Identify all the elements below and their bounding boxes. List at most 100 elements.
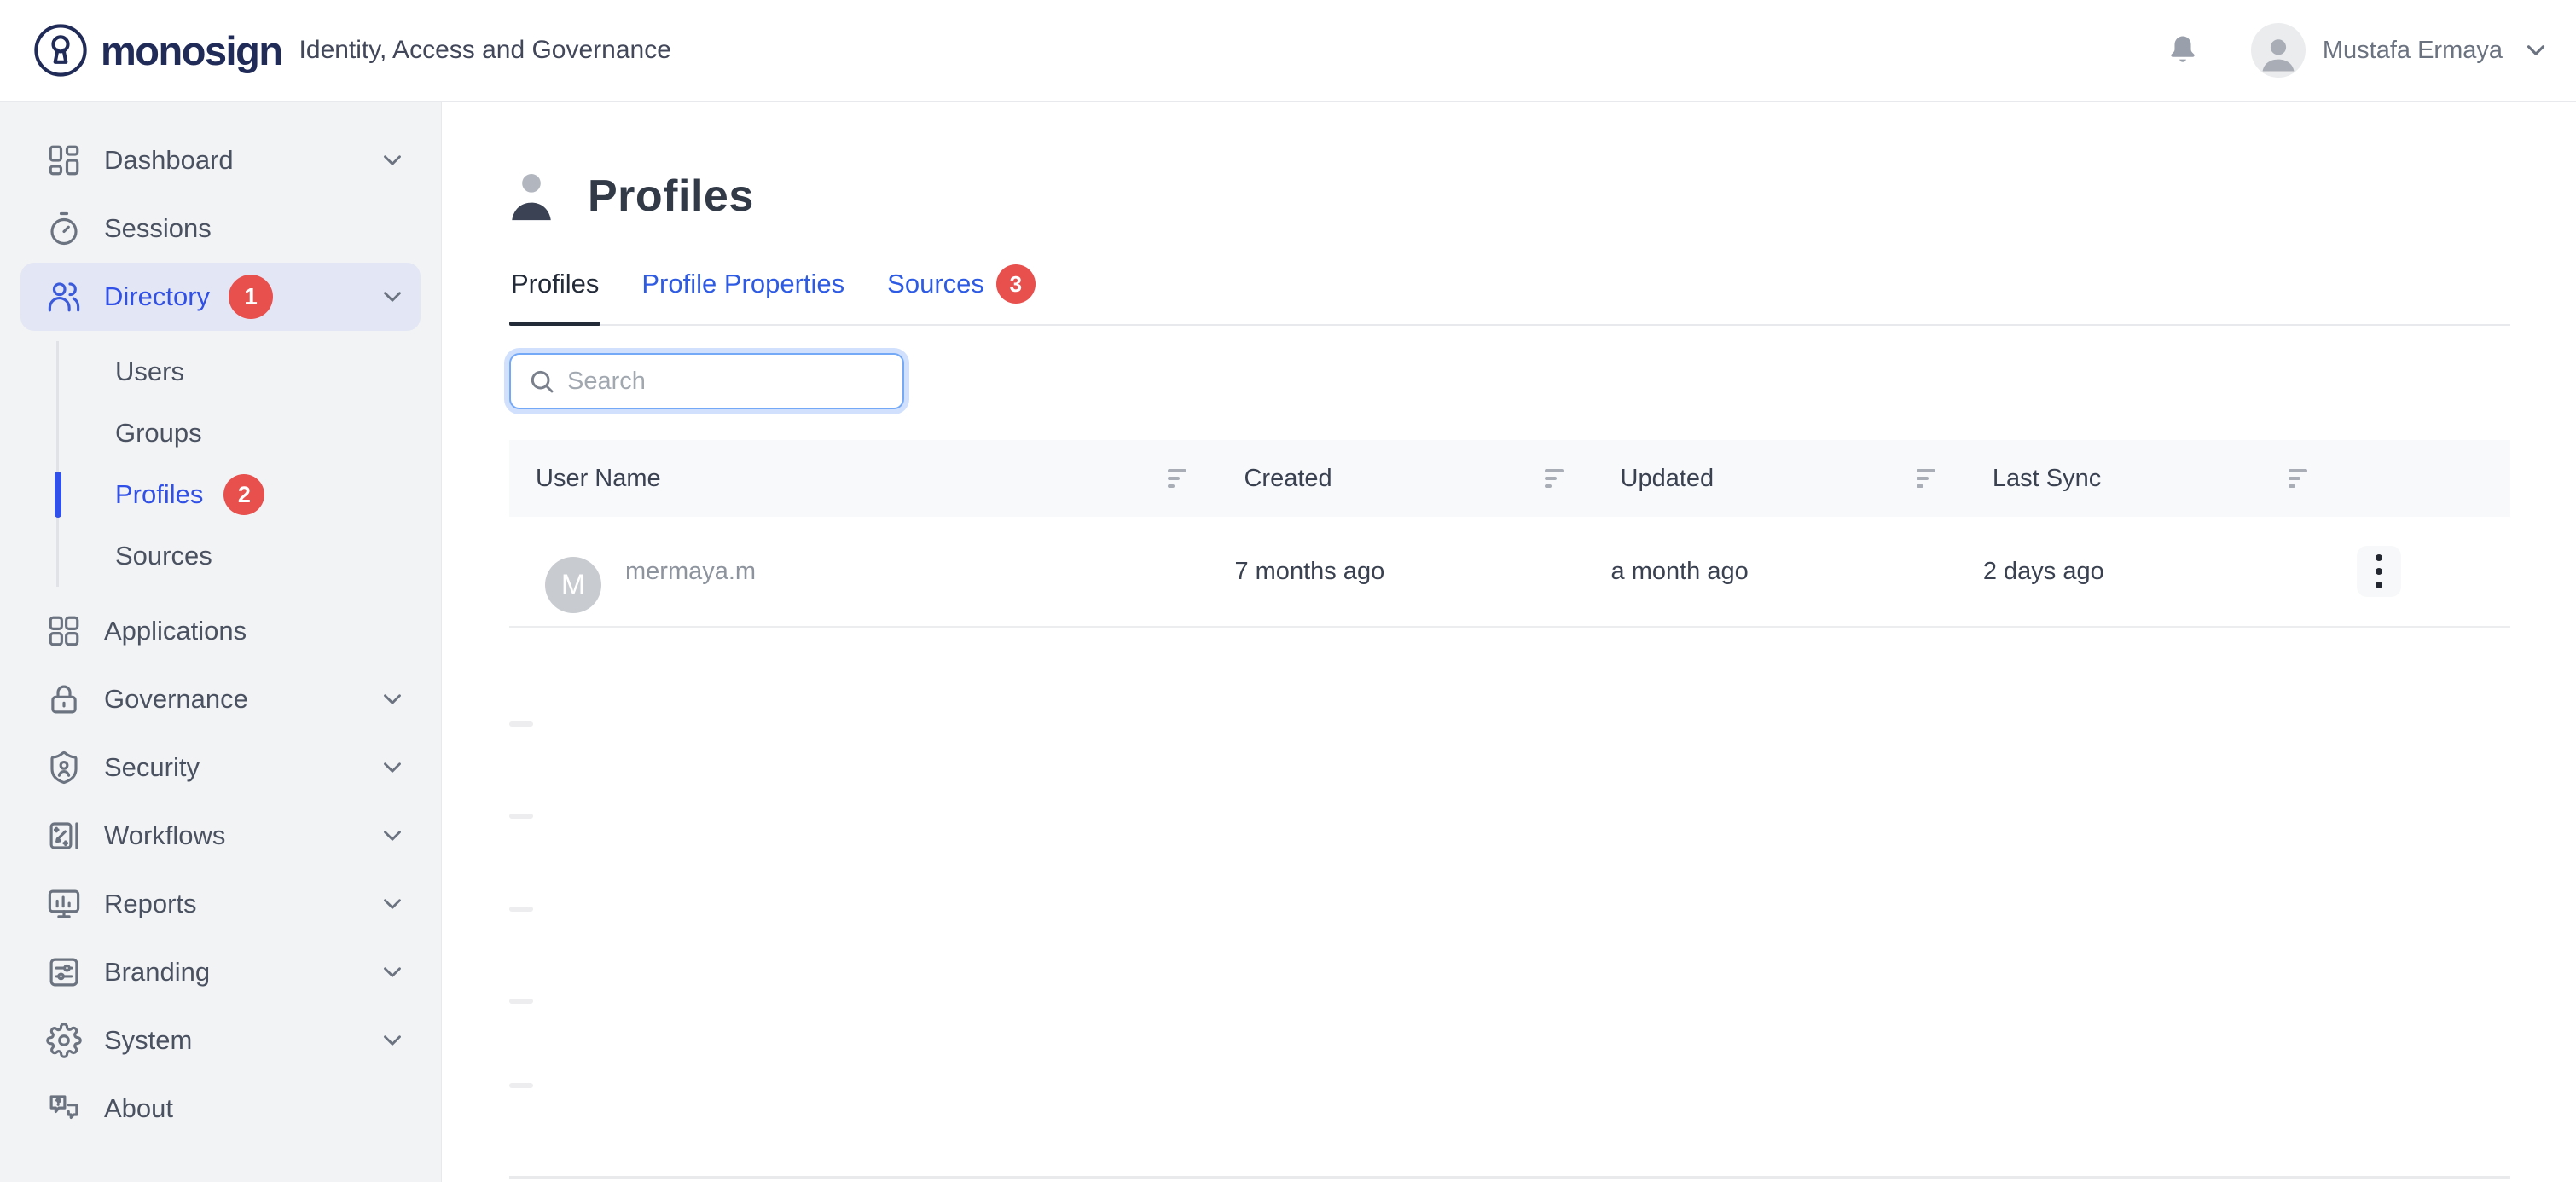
row-user-name: mermaya.m (625, 557, 756, 586)
brand-logo[interactable]: monosign (32, 22, 282, 78)
chevron-down-icon (378, 685, 407, 714)
grid-icon (46, 613, 82, 649)
person-silhouette-icon (2256, 32, 2300, 77)
user-menu-chevron-down-icon[interactable] (2521, 36, 2550, 65)
table-header-row: User Name Created Updated Last Sync (509, 440, 2510, 517)
help-bubbles-icon (46, 1091, 82, 1127)
tab-profile-properties[interactable]: Profile Properties (640, 264, 846, 324)
sidebar-item-users[interactable]: Users (59, 341, 441, 403)
chevron-down-icon (378, 958, 407, 987)
tab-profiles[interactable]: Profiles (509, 264, 600, 324)
sidebar-item-sources[interactable]: Sources (59, 525, 441, 587)
chevron-down-icon (378, 146, 407, 175)
search-box (509, 353, 904, 409)
sidebar-subitem-label: Groups (115, 418, 202, 449)
sort-icon[interactable] (1168, 469, 1186, 488)
column-label: Updated (1621, 465, 1714, 493)
kebab-dot (2376, 554, 2382, 561)
stopwatch-icon (46, 211, 82, 246)
sidebar-item-security[interactable]: Security (20, 733, 421, 802)
users-icon (46, 279, 82, 315)
table-row[interactable]: M mermaya.m 7 months ago a month ago 2 d… (509, 517, 2510, 628)
tab-label: Profiles (511, 269, 599, 299)
kebab-dot (2376, 582, 2382, 588)
topbar-right: Mustafa Ermaya (2164, 23, 2550, 78)
sidebar-subitem-label: Users (115, 356, 184, 387)
column-header-updated[interactable]: Updated (1594, 465, 1966, 493)
sidebar-item-profiles[interactable]: Profiles 2 (59, 464, 441, 525)
sidebar: Dashboard Sessions Directory 1 Users (0, 102, 442, 1182)
sidebar-item-label: About (104, 1093, 173, 1124)
user-name[interactable]: Mustafa Ermaya (2323, 37, 2503, 65)
chevron-down-icon (378, 1026, 407, 1055)
sidebar-item-system[interactable]: System (20, 1006, 421, 1075)
sidebar-item-label: Branding (104, 957, 210, 988)
directory-submenu: Users Groups Profiles 2 Sources (56, 341, 441, 587)
tab-label: Sources (887, 269, 984, 299)
last-sync-cell: 2 days ago (1966, 558, 2338, 586)
sidebar-item-label: Workflows (104, 820, 225, 851)
page-title: Profiles (588, 171, 754, 222)
placeholder-dash (509, 721, 533, 727)
sidebar-item-branding[interactable]: Branding (20, 938, 421, 1006)
column-header-created[interactable]: Created (1217, 465, 1593, 493)
monitor-chart-icon (46, 886, 82, 922)
tab-bar: Profiles Profile Properties Sources 3 (509, 264, 2510, 326)
sidebar-subitem-label: Profiles (115, 479, 203, 510)
sidebar-item-label: Dashboard (104, 145, 234, 176)
sidebar-item-reports[interactable]: Reports (20, 870, 421, 938)
column-header-user-name[interactable]: User Name (509, 465, 1217, 493)
sidebar-item-label: Security (104, 752, 200, 783)
topbar: monosign Identity, Access and Governance… (0, 0, 2576, 102)
column-label: Created (1244, 465, 1332, 493)
updated-cell: a month ago (1594, 558, 1966, 586)
actions-cell (2338, 546, 2510, 597)
sidebar-item-label: Sessions (104, 213, 212, 244)
user-name-cell: M mermaya.m (509, 530, 1217, 613)
sidebar-item-governance[interactable]: Governance (20, 665, 421, 733)
placeholder-dash (509, 1083, 533, 1088)
notifications-bell-icon[interactable] (2164, 32, 2202, 69)
sort-icon[interactable] (1545, 469, 1564, 488)
sidebar-item-label: Reports (104, 889, 197, 919)
main-content: Profiles Profiles Profile Properties Sou… (442, 102, 2576, 1182)
shield-user-icon (46, 750, 82, 785)
directory-count-badge: 1 (229, 275, 273, 319)
tab-label: Profile Properties (641, 269, 844, 299)
sidebar-item-sessions[interactable]: Sessions (20, 194, 421, 263)
created-cell: 7 months ago (1217, 558, 1593, 586)
brand-tagline: Identity, Access and Governance (299, 36, 671, 65)
search-icon (528, 368, 555, 395)
search-input[interactable] (567, 368, 887, 396)
chevron-down-icon (378, 753, 407, 782)
workflow-icon (46, 818, 82, 854)
brand-wordmark: monosign (101, 27, 282, 74)
sidebar-subitem-label: Sources (115, 541, 212, 571)
chevron-down-icon (378, 282, 407, 311)
placeholder-dash (509, 999, 533, 1004)
column-header-last-sync[interactable]: Last Sync (1966, 465, 2338, 493)
sidebar-item-label: System (104, 1025, 192, 1056)
placeholder-dash (509, 814, 533, 819)
sidebar-item-applications[interactable]: Applications (20, 597, 421, 665)
row-actions-kebab-button[interactable] (2357, 546, 2401, 597)
sidebar-item-label: Applications (104, 616, 247, 646)
profiles-table: User Name Created Updated Last Sync (509, 440, 2510, 628)
page-header: Profiles (509, 165, 2510, 227)
sidebar-item-dashboard[interactable]: Dashboard (20, 126, 421, 194)
column-label: Last Sync (1993, 465, 2101, 493)
sidebar-item-directory[interactable]: Directory 1 (20, 263, 421, 331)
placeholder-dash (509, 907, 533, 912)
user-avatar[interactable] (2251, 23, 2306, 78)
sort-icon[interactable] (2289, 469, 2307, 488)
tab-sources[interactable]: Sources 3 (885, 264, 1037, 324)
sidebar-item-groups[interactable]: Groups (59, 403, 441, 464)
profiles-person-icon (509, 170, 554, 223)
sidebar-item-about[interactable]: About (20, 1075, 421, 1143)
sidebar-item-label: Directory (104, 281, 210, 312)
sort-icon[interactable] (1917, 469, 1935, 488)
gear-icon (46, 1023, 82, 1058)
sidebar-item-workflows[interactable]: Workflows (20, 802, 421, 870)
chevron-down-icon (378, 821, 407, 850)
table-bottom-rule (509, 1176, 2510, 1179)
